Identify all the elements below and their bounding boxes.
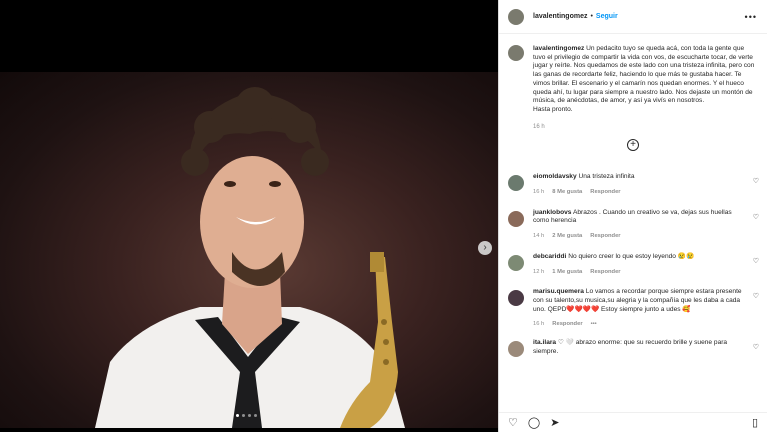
comment-item: ita.ilara ♡ 🤍 abrazo enorme: que su recu… (499, 339, 767, 358)
comment-meta: 12 h 1 Me gusta Responder (533, 268, 694, 277)
comment-likes[interactable]: 8 Me gusta (552, 189, 582, 195)
comment-meta: 14 h 2 Me gusta Responder (533, 232, 745, 241)
post-header: lavalentingomez • Seguir ••• (499, 0, 767, 34)
comment-like-icon[interactable]: ♡ (753, 257, 759, 265)
comment-username[interactable]: eiomoldavsky (533, 173, 577, 180)
comment-body: ita.ilara ♡ 🤍 abrazo enorme: que su recu… (533, 339, 745, 357)
avatar[interactable] (508, 45, 524, 61)
reply-button[interactable]: Responder (590, 189, 620, 195)
comment-item: marisu.quemera Lo vamos a recordar porqu… (499, 288, 767, 329)
caption-text: Un pedacito tuyo se queda acá, con toda … (533, 45, 755, 105)
comment-more-icon[interactable]: ••• (591, 321, 597, 327)
follow-button[interactable]: Seguir (596, 13, 618, 20)
avatar[interactable] (508, 8, 524, 25)
action-bar: ♡ ◯ ➤ ▯ (499, 412, 767, 432)
comment-text: ♡ 🤍 abrazo enorme: que su recuerdo brill… (533, 339, 728, 355)
comment-body: eiomoldavsky Una tristeza infinita 16 h 8 … (533, 173, 635, 196)
comment-item: juanklobovs Abrazos . Cuando un creativo… (499, 209, 767, 241)
avatar[interactable] (508, 254, 524, 271)
comment-item: eiomoldavsky Una tristeza infinita 16 h 8 … (499, 173, 767, 196)
comment-time: 12 h (533, 268, 545, 275)
carousel-dot (236, 414, 239, 417)
comment-username[interactable]: ita.ilara (533, 339, 556, 346)
next-photo-button[interactable]: › (478, 241, 492, 255)
share-icon[interactable]: ➤ (550, 416, 559, 429)
comment-like-icon[interactable]: ♡ (753, 213, 759, 221)
saxophonist-photo (95, 87, 405, 428)
caption-closing: Hasta pronto. (533, 105, 573, 113)
reply-button[interactable]: Responder (590, 269, 620, 275)
avatar[interactable] (508, 210, 524, 227)
avatar[interactable] (508, 341, 524, 358)
caption-username[interactable]: lavalentingomez (533, 45, 584, 52)
separator-dot: • (590, 13, 593, 20)
comment-text: Una tristeza infinita (578, 173, 635, 181)
comment-text: No quiero creer lo que estoy leyendo 😢😢 (568, 252, 695, 260)
comment-username[interactable]: juanklobovs (533, 209, 571, 216)
reply-button[interactable]: Responder (552, 321, 582, 327)
comment-like-icon[interactable]: ♡ (753, 343, 759, 351)
comment-meta: 16 h Responder ••• (533, 320, 745, 329)
caption-text-block: lavalentingomez Un pedacito tuyo se qued… (533, 45, 757, 131)
carousel-dots (236, 414, 257, 417)
load-more-comments-button[interactable]: + (627, 139, 639, 152)
avatar[interactable] (508, 290, 524, 307)
post-side-panel: lavalentingomez • Seguir ••• lavalenting… (498, 0, 767, 432)
comment-time: 16 h (533, 321, 545, 328)
carousel-dot (242, 414, 245, 417)
comment-body: marisu.quemera Lo vamos a recordar porqu… (533, 288, 745, 329)
comment-meta: 16 h 8 Me gusta Responder (533, 188, 635, 197)
post-username[interactable]: lavalentingomez (533, 13, 587, 20)
media-area: › (0, 0, 498, 432)
comment-username[interactable]: debcariddi (533, 253, 566, 260)
comment-body: debcariddi No quiero creer lo que estoy … (533, 253, 694, 276)
post-photo (0, 72, 498, 428)
comment-likes[interactable]: 2 Me gusta (552, 233, 582, 239)
comment-likes[interactable]: 1 Me gusta (552, 269, 582, 275)
reply-button[interactable]: Responder (590, 233, 620, 239)
comment-time: 16 h (533, 189, 545, 196)
comment-list: eiomoldavsky Una tristeza infinita 16 h 8 … (499, 173, 767, 358)
carousel-dot (254, 414, 257, 417)
like-icon[interactable]: ♡ (508, 416, 518, 429)
bookmark-icon[interactable]: ▯ (752, 416, 758, 429)
carousel-dot (248, 414, 251, 417)
comment-time: 14 h (533, 233, 545, 240)
caption: lavalentingomez Un pedacito tuyo se qued… (499, 35, 767, 131)
comment-like-icon[interactable]: ♡ (753, 177, 759, 185)
comment-body: juanklobovs Abrazos . Cuando un creativo… (533, 209, 745, 241)
comment-icon[interactable]: ◯ (528, 416, 540, 429)
comments-scroll[interactable]: lavalentingomez Un pedacito tuyo se qued… (499, 35, 767, 407)
comment-username[interactable]: marisu.quemera (533, 288, 584, 295)
instagram-post-view: › lavalentingomez • Seguir ••• lavalenti… (0, 0, 767, 432)
avatar[interactable] (508, 175, 524, 192)
more-options-icon[interactable]: ••• (745, 12, 757, 22)
comment-like-icon[interactable]: ♡ (753, 292, 759, 300)
comment-item: debcariddi No quiero creer lo que estoy … (499, 253, 767, 276)
caption-time: 16 h (533, 123, 545, 130)
